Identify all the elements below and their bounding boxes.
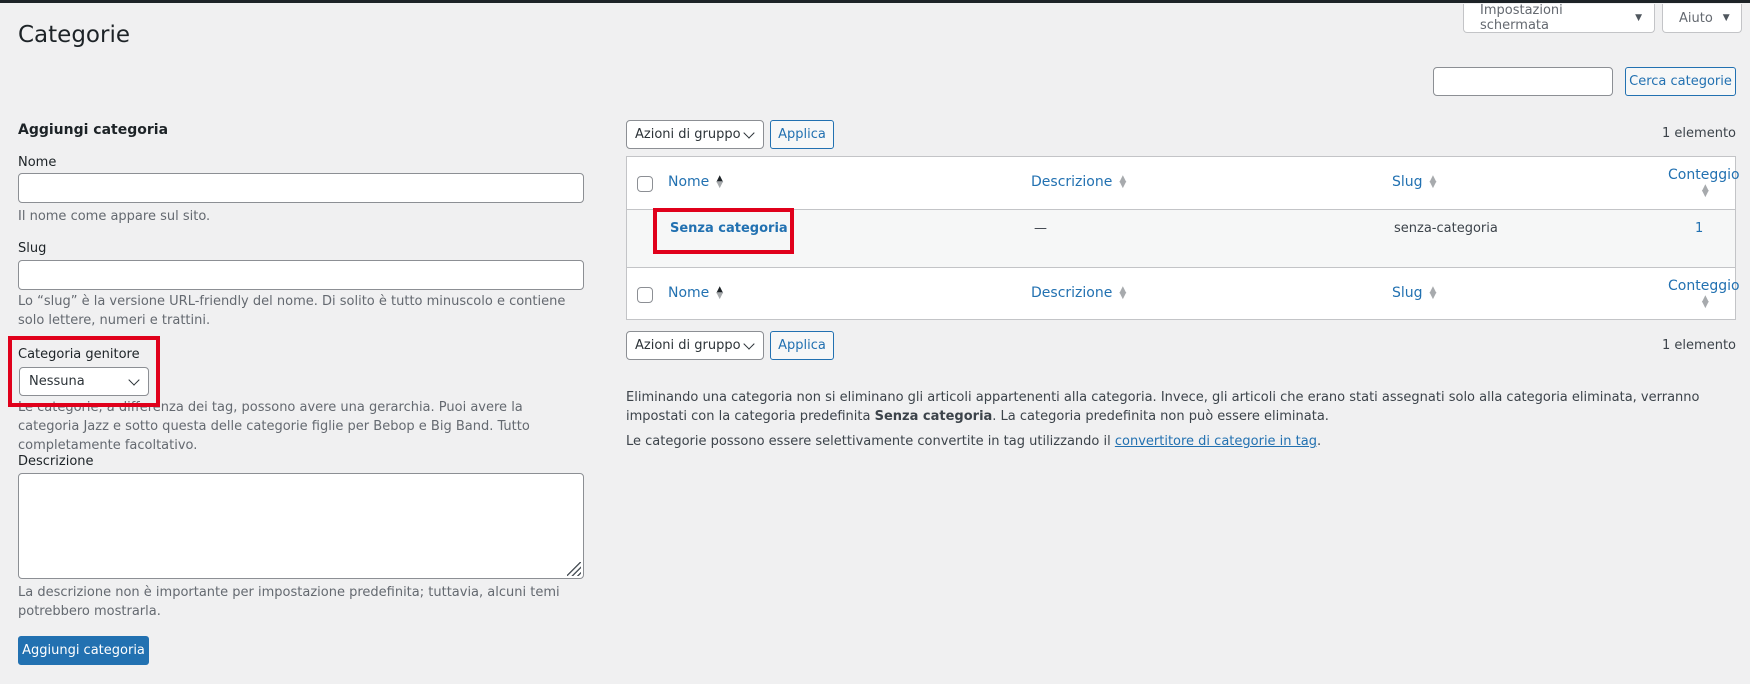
column-footer-slug[interactable]: Slug ▲ ▼ (1392, 285, 1436, 301)
help-label: Aiuto (1679, 10, 1713, 26)
column-name-label: Nome (668, 174, 710, 190)
category-count-link[interactable]: 1 (1695, 221, 1703, 236)
item-count-top: 1 elemento (1662, 126, 1736, 141)
screen-meta-links: Impostazioni schermata ▼ Aiuto ▼ (1463, 3, 1742, 33)
sort-icon: ▲ ▼ (716, 285, 724, 301)
sort-icon: ▲ ▼ (1119, 285, 1127, 301)
slug-input[interactable] (18, 260, 584, 290)
column-footer-count[interactable]: Conteggio ▲ ▼ (1668, 278, 1740, 310)
column-slug-label: Slug (1392, 285, 1423, 301)
slug-label: Slug (18, 241, 47, 256)
chevron-down-icon (743, 337, 755, 350)
search-categories-button[interactable]: Cerca categorie (1625, 67, 1736, 96)
apply-button-top[interactable]: Applica (770, 120, 834, 149)
add-category-heading: Aggiungi categoria (18, 122, 169, 138)
bulk-actions-select-top[interactable]: Azioni di gruppo (626, 120, 764, 149)
screen-options-label: Impostazioni schermata (1480, 3, 1563, 33)
select-all-checkbox[interactable] (637, 176, 653, 192)
sort-icon: ▲ ▼ (1701, 294, 1709, 310)
sort-icon: ▲ ▼ (1119, 174, 1127, 190)
sort-icon: ▲ ▼ (1429, 174, 1437, 190)
category-notes: Eliminando una categoria non si eliminan… (626, 388, 1736, 457)
convert-note-text: Le categorie possono essere selettivamen… (626, 434, 1115, 449)
name-input[interactable] (18, 173, 584, 203)
bulk-actions-label: Azioni di gruppo (635, 127, 741, 142)
triangle-down-icon: ▼ (1635, 13, 1642, 23)
delete-note: Eliminando una categoria non si eliminan… (626, 388, 1736, 426)
column-header-description[interactable]: Descrizione ▲ ▼ (1031, 174, 1126, 190)
sort-icon: ▲ ▼ (1701, 183, 1709, 199)
slug-help-text: Lo “slug” è la versione URL-friendly del… (18, 294, 566, 328)
column-description-label: Descrizione (1031, 174, 1113, 190)
column-header-slug[interactable]: Slug ▲ ▼ (1392, 174, 1436, 190)
column-count-label: Conteggio (1668, 167, 1740, 183)
column-footer-name[interactable]: Nome ▲ ▼ (668, 285, 723, 301)
convert-note: Le categorie possono essere selettivamen… (626, 432, 1736, 451)
add-category-button[interactable]: Aggiungi categoria (18, 636, 149, 665)
delete-note-suffix: . La categoria predefinita non può esser… (992, 409, 1329, 424)
chevron-down-icon (743, 126, 755, 139)
table-footer: Nome ▲ ▼ Descrizione ▲ ▼ Slug ▲ ▼ Conteggio… (627, 267, 1740, 320)
column-slug-label: Slug (1392, 174, 1423, 190)
category-description: — (1034, 221, 1047, 236)
column-footer-description[interactable]: Descrizione ▲ ▼ (1031, 285, 1126, 301)
search-categories-input[interactable] (1433, 67, 1613, 96)
table-header: Nome ▲ ▼ Descrizione ▲ ▼ Slug ▲ ▼ Conteggio… (627, 157, 1740, 210)
default-category-name: Senza categoria (874, 409, 993, 424)
category-slug: senza-categoria (1394, 221, 1498, 236)
triangle-down-icon: ▼ (1722, 13, 1730, 23)
column-count-label: Conteggio (1668, 278, 1740, 294)
description-textarea[interactable] (18, 473, 584, 579)
bulk-actions-label: Azioni di gruppo (635, 338, 741, 353)
apply-button-bottom[interactable]: Applica (770, 331, 834, 360)
highlight-box-parent-category (8, 336, 160, 407)
page-title: Categorie (18, 22, 130, 48)
screen-options-button[interactable]: Impostazioni schermata ▼ (1463, 3, 1655, 33)
sort-icon: ▲ ▼ (1429, 285, 1437, 301)
resize-grip-icon[interactable] (567, 562, 581, 576)
select-all-checkbox-footer[interactable] (637, 287, 653, 303)
item-count-bottom: 1 elemento (1662, 338, 1736, 353)
column-header-name[interactable]: Nome ▲ ▼ (668, 174, 723, 190)
category-tag-converter-link[interactable]: convertitore di categorie in tag (1115, 434, 1317, 449)
column-description-label: Descrizione (1031, 285, 1113, 301)
bulk-actions-select-bottom[interactable]: Azioni di gruppo (626, 331, 764, 360)
sort-icon: ▲ ▼ (716, 174, 724, 190)
name-label: Nome (18, 155, 57, 170)
column-header-count[interactable]: Conteggio ▲ ▼ (1668, 167, 1740, 199)
convert-note-suffix: . (1316, 434, 1322, 449)
name-help-text: Il nome come appare sul sito. (18, 209, 211, 224)
description-label: Descrizione (18, 454, 94, 469)
highlight-box-category-row (653, 208, 794, 254)
help-button[interactable]: Aiuto ▼ (1662, 4, 1742, 33)
description-help-text: La descrizione non è importante per impo… (18, 585, 560, 619)
column-name-label: Nome (668, 285, 710, 301)
